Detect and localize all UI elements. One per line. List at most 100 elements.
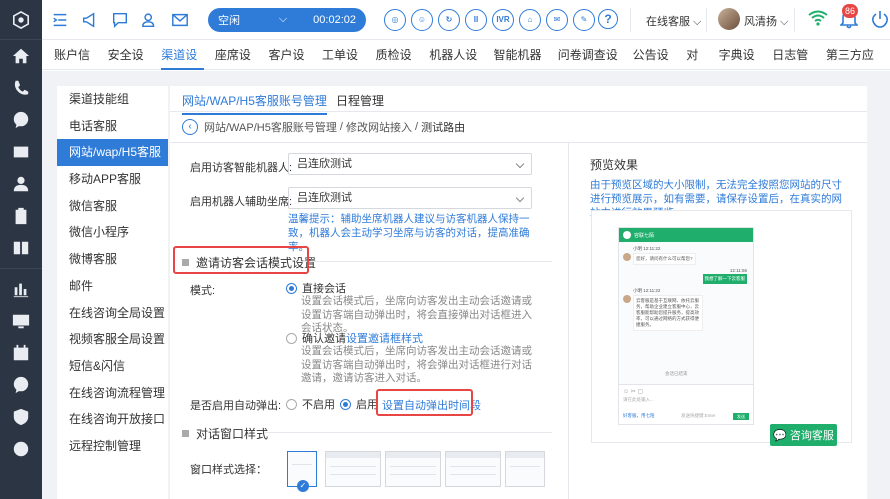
sidebar-item-email[interactable]: 邮件 — [57, 273, 168, 300]
window-style-option-4[interactable] — [445, 451, 501, 487]
sidebar-item-sms[interactable]: 短信&闪信 — [57, 353, 168, 380]
agent-avatar — [623, 253, 631, 261]
compass-icon[interactable] — [0, 433, 42, 465]
user-icon[interactable] — [0, 168, 42, 200]
main-panel: 网站/WAP/H5客服账号管理 日程管理 ‹ 网站/WAP/H5客服账号管理 /… — [170, 86, 867, 499]
consult-button[interactable]: 💬 咨询客服 — [770, 424, 837, 446]
call-control-note-button[interactable]: ✎ — [573, 8, 595, 31]
agent-status-select[interactable]: 空闲 ⌵ 00:02:02 — [208, 7, 366, 32]
sidebar-item-phone[interactable]: 电话客服 — [57, 113, 168, 140]
shield-icon[interactable] — [0, 401, 42, 433]
tab-logs[interactable]: 日志管理 — [772, 40, 815, 92]
tab-schedule[interactable]: 日程管理 — [336, 92, 384, 109]
message-icon[interactable] — [0, 369, 42, 401]
calendar-icon[interactable] — [0, 337, 42, 369]
sidebar-item-weibo[interactable]: 微博客服 — [57, 246, 168, 273]
phone-icon[interactable] — [0, 72, 42, 104]
option-header — [506, 452, 544, 458]
popup-off-radio[interactable]: 不启用 — [286, 396, 335, 412]
mode-direct-radio[interactable]: 直接会话 — [286, 280, 346, 296]
tab-ticket[interactable]: 工单设置 — [322, 40, 365, 92]
robot-select[interactable]: 吕连欣测试 — [288, 153, 532, 175]
option-line — [292, 464, 312, 465]
highlight-box — [376, 389, 473, 416]
tab-account-info[interactable]: 账户信息 — [54, 40, 97, 92]
contacts-icon[interactable] — [138, 8, 162, 32]
chat-icon[interactable] — [0, 104, 42, 136]
window-section-title: 对话窗口样式 — [182, 425, 268, 442]
option-line — [330, 466, 376, 467]
window-style-option-1[interactable]: ✓ — [287, 451, 317, 492]
tab-customer[interactable]: 客户设置 — [268, 40, 311, 92]
sidebar-item-wechat[interactable]: 微信客服 — [57, 193, 168, 220]
back-icon[interactable]: ‹ — [182, 119, 198, 135]
tab-quality[interactable]: 质检设置 — [376, 40, 419, 92]
tab-third-party[interactable]: 第三方应用 — [826, 40, 879, 92]
power-icon[interactable] — [871, 10, 889, 31]
chat-time: 12:11:56 — [729, 268, 747, 273]
panel-tabs: 网站/WAP/H5客服账号管理 日程管理 — [170, 86, 867, 115]
sidebar-item-flow[interactable]: 在线咨询流程管理 — [57, 380, 168, 407]
tab-web-accounts[interactable]: 网站/WAP/H5客服账号管理 — [182, 92, 327, 115]
chat-bubble-icon[interactable] — [108, 8, 132, 32]
call-control-consult-button[interactable]: ⌂ — [519, 8, 541, 31]
consult-chat-icon: 💬 — [773, 429, 787, 442]
help-icon[interactable]: ? — [598, 9, 618, 29]
app-logo-icon[interactable] — [0, 0, 42, 40]
window-style-option-5[interactable] — [505, 451, 545, 487]
call-control-sms-button[interactable]: ✉ — [546, 8, 568, 31]
sidebar-item-remote[interactable]: 远程控制管理 — [57, 433, 168, 460]
speaker-icon[interactable] — [78, 8, 102, 32]
assist-select[interactable]: 吕连欣测试 — [288, 187, 532, 209]
sidebar-item-miniprogram[interactable]: 微信小程序 — [57, 219, 168, 246]
mode-confirm-radio[interactable]: 确认邀请 — [286, 330, 346, 346]
tab-smart-robot[interactable]: 智能机器人 — [494, 40, 547, 92]
breadcrumb-accounts[interactable]: 网站/WAP/H5客服账号管理 — [204, 119, 337, 135]
menu-toggle-icon[interactable] — [48, 8, 72, 32]
tab-channel[interactable]: 渠道设置 — [161, 40, 204, 92]
window-style-option-3[interactable] — [385, 451, 441, 487]
online-status-select[interactable]: 在线客服 ⌵ — [646, 13, 701, 29]
chat-message: 云客服是基于互联网、依托云服务，帮助企业建立客服中心，云客服能帮助您提升服务，提… — [633, 295, 703, 331]
call-control-transfer-button[interactable]: ↻ — [438, 8, 460, 31]
stats-icon[interactable] — [0, 273, 42, 305]
tab-dictionary[interactable]: 字典设置 — [719, 40, 762, 92]
channel-sidebar: 渠道技能组 电话客服 网站/wap/H5客服 移动APP客服 微信客服 微信小程… — [57, 86, 168, 499]
call-control-pause-button[interactable]: II — [465, 8, 487, 31]
home-icon[interactable] — [0, 40, 42, 72]
chat-time: 小明 12:11:22 — [633, 246, 661, 251]
tab-integration[interactable]: 对接 — [686, 40, 707, 92]
sidebar-item-web[interactable]: 网站/wap/H5客服 — [57, 139, 168, 167]
user-menu[interactable]: 风清扬 ⌵ — [744, 13, 788, 29]
sidebar-item-video-global[interactable]: 视频客服全局设置 — [57, 326, 168, 353]
tab-survey[interactable]: 问卷调查设置 — [558, 40, 622, 92]
tab-notice[interactable]: 公告设置 — [633, 40, 676, 92]
email-icon[interactable] — [168, 8, 192, 32]
mail-icon[interactable] — [0, 136, 42, 168]
tab-robot[interactable]: 机器人设置 — [429, 40, 482, 92]
window-style-option-2[interactable] — [325, 451, 381, 487]
breadcrumb-edit[interactable]: 修改网站接入 — [346, 119, 412, 135]
call-control-ivr-button[interactable]: IVR — [492, 8, 514, 31]
sidebar-item-skill-groups[interactable]: 渠道技能组 — [57, 86, 168, 113]
mode-confirm-desc: 设置会话模式后，坐席向访客发出主动会话邀请或设置访客端自动弹出时，将会弹出对话框… — [301, 345, 532, 384]
book-icon[interactable] — [0, 232, 42, 264]
sidebar-item-api[interactable]: 在线咨询开放接口 — [57, 406, 168, 433]
invite-style-link[interactable]: 设置邀请框样式 — [346, 330, 423, 346]
user-name: 风清扬 — [744, 16, 777, 28]
avatar[interactable] — [718, 8, 740, 30]
tab-seat[interactable]: 座席设置 — [215, 40, 258, 92]
topbar-divider — [706, 8, 707, 32]
popup-on-radio[interactable]: 启用 — [340, 396, 378, 412]
monitor-icon[interactable] — [0, 305, 42, 337]
clipboard-icon[interactable] — [0, 200, 42, 232]
popup-label: 是否启用自动弹出: — [190, 400, 282, 412]
sidebar-item-app[interactable]: 移动APP客服 — [57, 166, 168, 193]
radio-checked-icon — [340, 398, 351, 410]
sidebar-item-online-global[interactable]: 在线咨询全局设置 — [57, 300, 168, 327]
call-control-mute-button[interactable]: ☺ — [411, 8, 433, 31]
chat-foot-text: 好客服，用七陌 — [623, 413, 655, 418]
tab-security[interactable]: 安全设置 — [108, 40, 151, 92]
breadcrumb-separator: / — [412, 121, 422, 133]
call-control-hold-button[interactable]: ◎ — [384, 8, 406, 31]
